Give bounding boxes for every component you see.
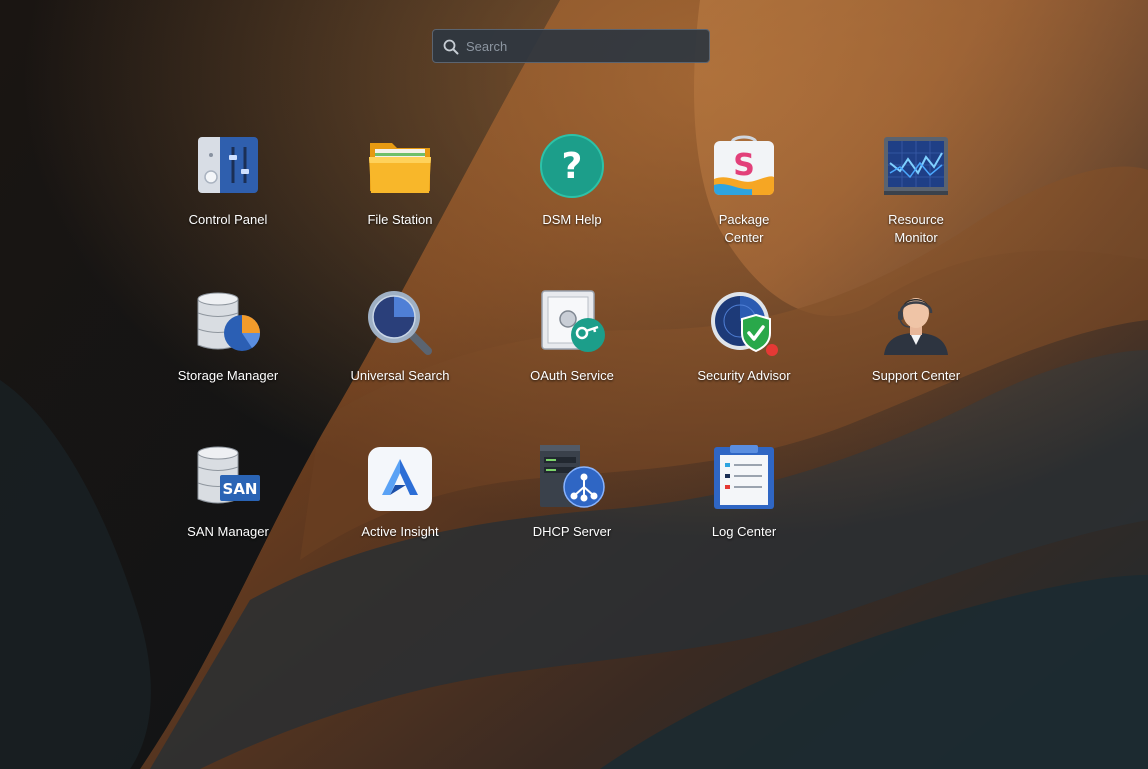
app-san-manager[interactable]: SAN SAN Manager: [153, 445, 303, 575]
active-insight-logo-icon: [368, 447, 432, 511]
folder-icon: [369, 143, 431, 193]
app-label: Resource Monitor: [841, 211, 991, 247]
app-file-station[interactable]: File Station: [325, 133, 475, 263]
app-label-line: Security Advisor: [697, 368, 791, 383]
app-active-insight[interactable]: Active Insight: [325, 445, 475, 575]
app-label: DHCP Server: [497, 523, 647, 541]
magnifier-icon: [368, 291, 432, 355]
search-bar[interactable]: [432, 29, 710, 63]
radar-shield-icon: [711, 292, 778, 356]
app-label-line: DHCP Server: [532, 524, 612, 539]
svg-text:?: ?: [562, 146, 583, 187]
app-label-line: Resource: [888, 212, 944, 227]
app-label-line: OAuth Service: [530, 368, 614, 383]
app-storage-manager[interactable]: Storage Manager: [153, 289, 303, 419]
app-label: Support Center: [841, 367, 991, 385]
clipboard-log-icon: [714, 445, 774, 509]
app-label: Log Center: [669, 523, 819, 541]
app-label: Package Center: [669, 211, 819, 247]
app-label-line: Active Insight: [361, 524, 439, 539]
app-label: Control Panel: [153, 211, 303, 229]
app-label: Universal Search: [325, 367, 475, 385]
app-universal-search[interactable]: Universal Search: [325, 289, 475, 419]
app-oauth-service[interactable]: OAuth Service: [497, 289, 647, 419]
app-label: Active Insight: [325, 523, 475, 541]
control-panel-icon: [198, 137, 258, 193]
app-label-line: Support Center: [871, 368, 961, 383]
app-security-advisor[interactable]: Security Advisor: [669, 289, 819, 419]
app-control-panel[interactable]: Control Panel: [153, 133, 303, 263]
app-dsm-help[interactable]: ? DSM Help: [497, 133, 647, 263]
app-label-line: Control Panel: [188, 212, 268, 227]
package-bag-icon: S: [714, 135, 774, 195]
app-label-line: Monitor: [894, 230, 938, 245]
app-label-line: SAN Manager: [187, 524, 269, 539]
search-input[interactable]: [466, 30, 702, 62]
app-dhcp-server[interactable]: DHCP Server: [497, 445, 647, 575]
app-label-line: Storage Manager: [177, 368, 279, 383]
support-agent-icon: [884, 298, 948, 355]
app-resource-monitor[interactable]: Resource Monitor: [841, 133, 991, 263]
app-label: File Station: [325, 211, 475, 229]
app-label: Security Advisor: [669, 367, 819, 385]
app-package-center[interactable]: S Package Center: [669, 133, 819, 263]
search-icon: [443, 39, 459, 55]
app-label: Storage Manager: [153, 367, 303, 385]
safe-key-icon: [541, 290, 605, 352]
database-san-icon: SAN: [197, 446, 260, 504]
app-label-line: Universal Search: [350, 368, 450, 383]
app-label-line: Log Center: [711, 524, 777, 539]
database-pie-icon: [197, 292, 261, 351]
app-log-center[interactable]: Log Center: [669, 445, 819, 575]
app-label-line: DSM Help: [542, 212, 602, 227]
app-label: OAuth Service: [497, 367, 647, 385]
monitor-graph-icon: [884, 137, 948, 195]
app-label-line: File Station: [367, 212, 433, 227]
san-badge-text: SAN: [223, 480, 258, 498]
help-icon: ?: [540, 134, 604, 198]
notification-dot: [766, 344, 778, 356]
svg-text:S: S: [733, 148, 755, 183]
server-network-icon: [540, 445, 605, 508]
app-support-center[interactable]: Support Center: [841, 289, 991, 419]
app-label: SAN Manager: [153, 523, 303, 541]
app-label-line: Center: [724, 230, 764, 245]
app-label: DSM Help: [497, 211, 647, 229]
app-label-line: Package: [718, 212, 770, 227]
